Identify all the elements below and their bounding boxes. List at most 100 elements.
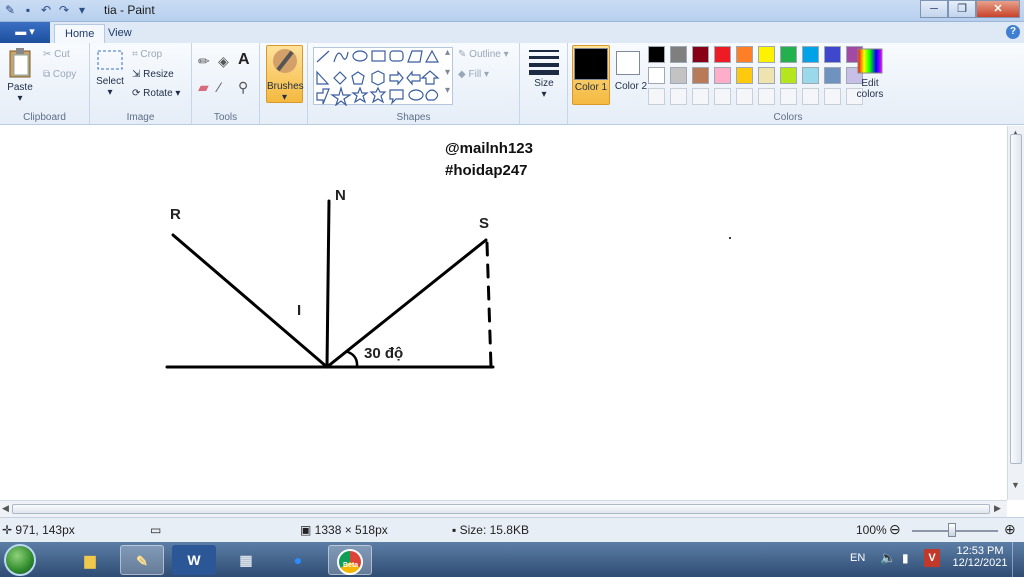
paint-menu-button[interactable]: ▬ ▾ [0, 22, 50, 43]
zoom-slider-thumb[interactable] [948, 523, 956, 537]
tab-view[interactable]: View [98, 24, 142, 43]
clock[interactable]: 12:53 PM 12/12/2021 [952, 545, 1008, 569]
minimize-button[interactable]: ─ [920, 0, 948, 18]
save-icon[interactable]: ▪ [20, 2, 36, 18]
vertical-scrollbar[interactable]: ▲ ▼ [1007, 126, 1024, 500]
fill-button[interactable]: ◆ Fill ▾ [458, 69, 489, 80]
color-swatch[interactable] [780, 46, 797, 63]
network-icon[interactable]: ▮ [902, 551, 909, 565]
chrome-beta-icon[interactable]: Beta [328, 545, 372, 576]
color-swatch[interactable] [736, 67, 753, 84]
canvas-area[interactable]: @mailnh123 #hoidap247 R N S I 30 độ [0, 126, 1007, 500]
shapes-scroll-down[interactable]: ▾ [445, 67, 450, 78]
disk-icon: ▪ [452, 523, 460, 537]
eraser-icon[interactable]: ▰ [198, 79, 209, 96]
angle-arc [346, 350, 359, 369]
custom-color-slot[interactable] [736, 88, 753, 105]
resize-button[interactable]: ⇲ Resize [132, 69, 174, 80]
edit-colors-button[interactable]: Edit colors [850, 47, 890, 100]
color-swatch[interactable] [736, 46, 753, 63]
copy-button[interactable]: ⧉ Copy [43, 69, 76, 80]
paste-button[interactable]: Paste ▾ [4, 47, 36, 104]
color-swatch[interactable] [692, 46, 709, 63]
horizontal-scrollbar[interactable]: ◀ ▶ [0, 500, 1007, 517]
color-swatch[interactable] [780, 67, 797, 84]
angle-label: 30 độ [364, 345, 404, 362]
paint-app-icon[interactable]: ✎ [2, 2, 18, 18]
color-swatch[interactable] [648, 46, 665, 63]
color2-button[interactable]: Color 2 [612, 45, 650, 105]
shapes-scroll-up[interactable]: ▴ [445, 47, 450, 58]
maximize-button[interactable]: ❐ [948, 0, 976, 18]
chrome-beta-badge: Beta [343, 562, 359, 569]
color-swatch[interactable] [802, 46, 819, 63]
color-swatch[interactable] [824, 67, 841, 84]
language-indicator[interactable]: EN [850, 552, 865, 564]
custom-color-slot[interactable] [648, 88, 665, 105]
drawing-canvas[interactable] [0, 126, 1007, 500]
brushes-button[interactable]: Brushes ▾ [266, 45, 304, 103]
color-swatch[interactable] [758, 67, 775, 84]
file-explorer-icon[interactable]: ▆ [68, 545, 112, 575]
crop-button[interactable]: ⌗ Crop [132, 49, 162, 60]
taskbar: ▆ ✎ W ▦ ● Beta EN 🔈 ▮ V 12:53 PM 12/12/2… [0, 542, 1024, 577]
volume-icon[interactable]: 🔈 [880, 550, 896, 566]
pencil-icon[interactable]: ✏ [198, 53, 210, 70]
size-button[interactable]: Size ▾ [526, 47, 562, 100]
outline-button[interactable]: ✎ Outline ▾ [458, 49, 509, 60]
fill-bucket-icon[interactable]: ◈ [218, 53, 229, 70]
vertical-scroll-thumb[interactable] [1010, 134, 1022, 464]
antivirus-icon[interactable]: V [924, 549, 940, 567]
scissors-icon: ✂ [43, 49, 52, 60]
label-n: N [335, 187, 346, 204]
color-swatch[interactable] [670, 67, 687, 84]
select-button[interactable]: Select ▾ [94, 49, 126, 98]
tools-group: ✏ ◈ A ▰ ⁄ ⚲ Tools [192, 43, 260, 125]
zoom-out-icon[interactable]: ⊖ [889, 521, 901, 538]
reflected-ray-r [171, 233, 329, 369]
color-swatch[interactable] [802, 67, 819, 84]
color1-button[interactable]: Color 1 [572, 45, 610, 105]
calculator-icon[interactable]: ▦ [224, 545, 268, 575]
shapes-gallery-icons[interactable] [314, 48, 454, 107]
start-button[interactable] [4, 544, 36, 576]
custom-color-slot[interactable] [802, 88, 819, 105]
redo-icon[interactable]: ↷ [56, 2, 72, 18]
custom-color-slot[interactable] [692, 88, 709, 105]
zoom-app-icon[interactable]: ● [276, 545, 320, 575]
horizontal-scroll-thumb[interactable] [12, 504, 990, 514]
color-swatch[interactable] [714, 46, 731, 63]
zoom-in-icon[interactable]: ⊕ [1004, 521, 1016, 538]
custom-color-slot[interactable] [714, 88, 731, 105]
rotate-icon: ⟳ [132, 88, 141, 99]
magnifier-icon[interactable]: ⚲ [238, 79, 248, 96]
close-button[interactable]: ✕ [976, 0, 1020, 18]
scroll-left-arrow[interactable]: ◀ [2, 503, 9, 514]
help-icon[interactable]: ? [1006, 25, 1020, 39]
shapes-expand[interactable]: ▾ [445, 85, 450, 96]
rotate-button[interactable]: ⟳ Rotate ▾ [132, 88, 180, 99]
word-icon[interactable]: W [172, 545, 216, 575]
custom-color-slot[interactable] [824, 88, 841, 105]
color-swatch[interactable] [648, 67, 665, 84]
custom-color-slot[interactable] [670, 88, 687, 105]
show-desktop-button[interactable] [1012, 542, 1024, 577]
color-swatch[interactable] [824, 46, 841, 63]
clipboard-group: Paste ▾ ✂ Cut ⧉ Copy Clipboard [0, 43, 90, 125]
text-tool-icon[interactable]: A [238, 51, 250, 69]
undo-icon[interactable]: ↶ [38, 2, 54, 18]
color-swatch[interactable] [692, 67, 709, 84]
paint-taskbar-icon[interactable]: ✎ [120, 545, 164, 575]
normal-line-n [325, 199, 331, 369]
cut-button[interactable]: ✂ Cut [43, 49, 70, 60]
custom-color-slot[interactable] [780, 88, 797, 105]
custom-color-slot[interactable] [758, 88, 775, 105]
image-group: Select ▾ ⌗ Crop ⇲ Resize ⟳ Rotate ▾ Image [90, 43, 192, 125]
color-swatch[interactable] [758, 46, 775, 63]
color-picker-icon[interactable]: ⁄ [218, 79, 220, 95]
color-swatch[interactable] [714, 67, 731, 84]
color-swatch[interactable] [670, 46, 687, 63]
customize-qat-icon[interactable]: ▾ [74, 2, 90, 18]
scroll-right-arrow[interactable]: ▶ [994, 503, 1001, 514]
scroll-down-arrow[interactable]: ▼ [1011, 480, 1020, 490]
